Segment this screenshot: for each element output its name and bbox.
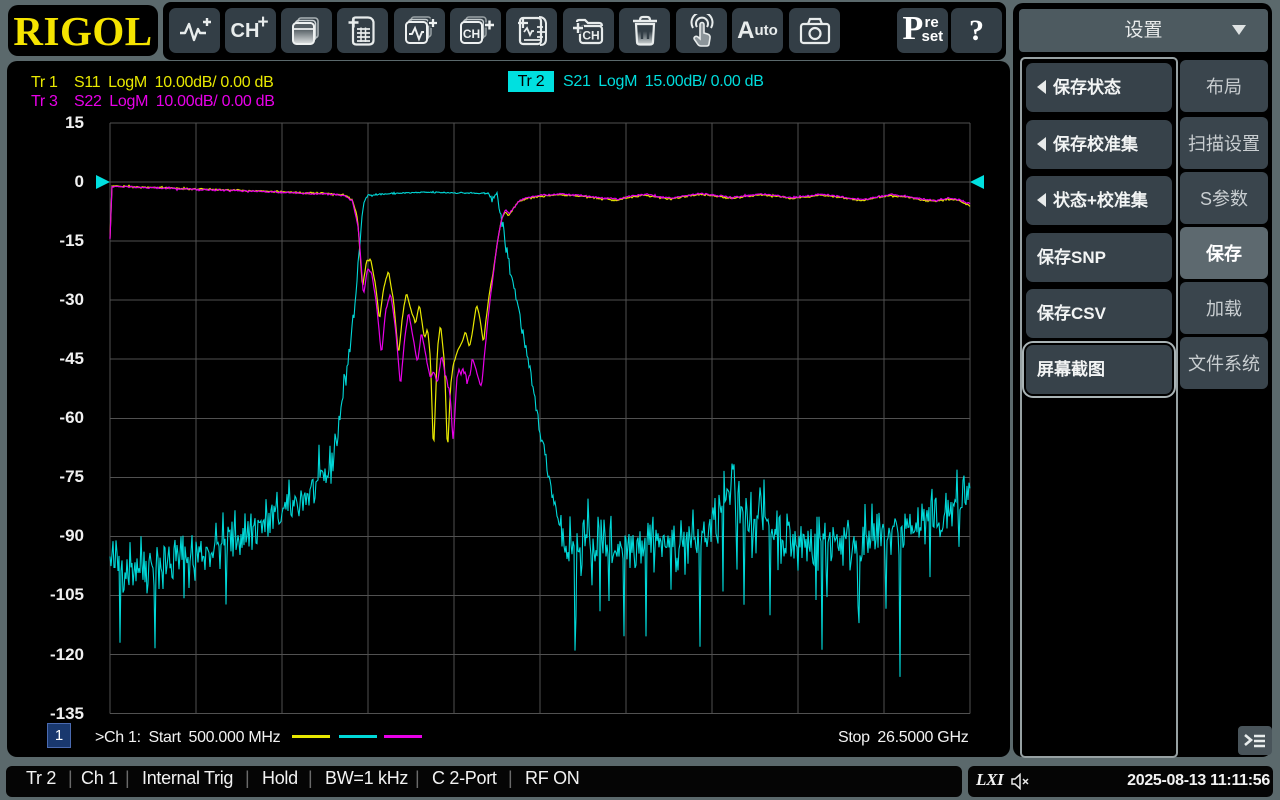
svg-text:CH: CH xyxy=(462,27,479,41)
svg-text:CH: CH xyxy=(582,28,599,42)
